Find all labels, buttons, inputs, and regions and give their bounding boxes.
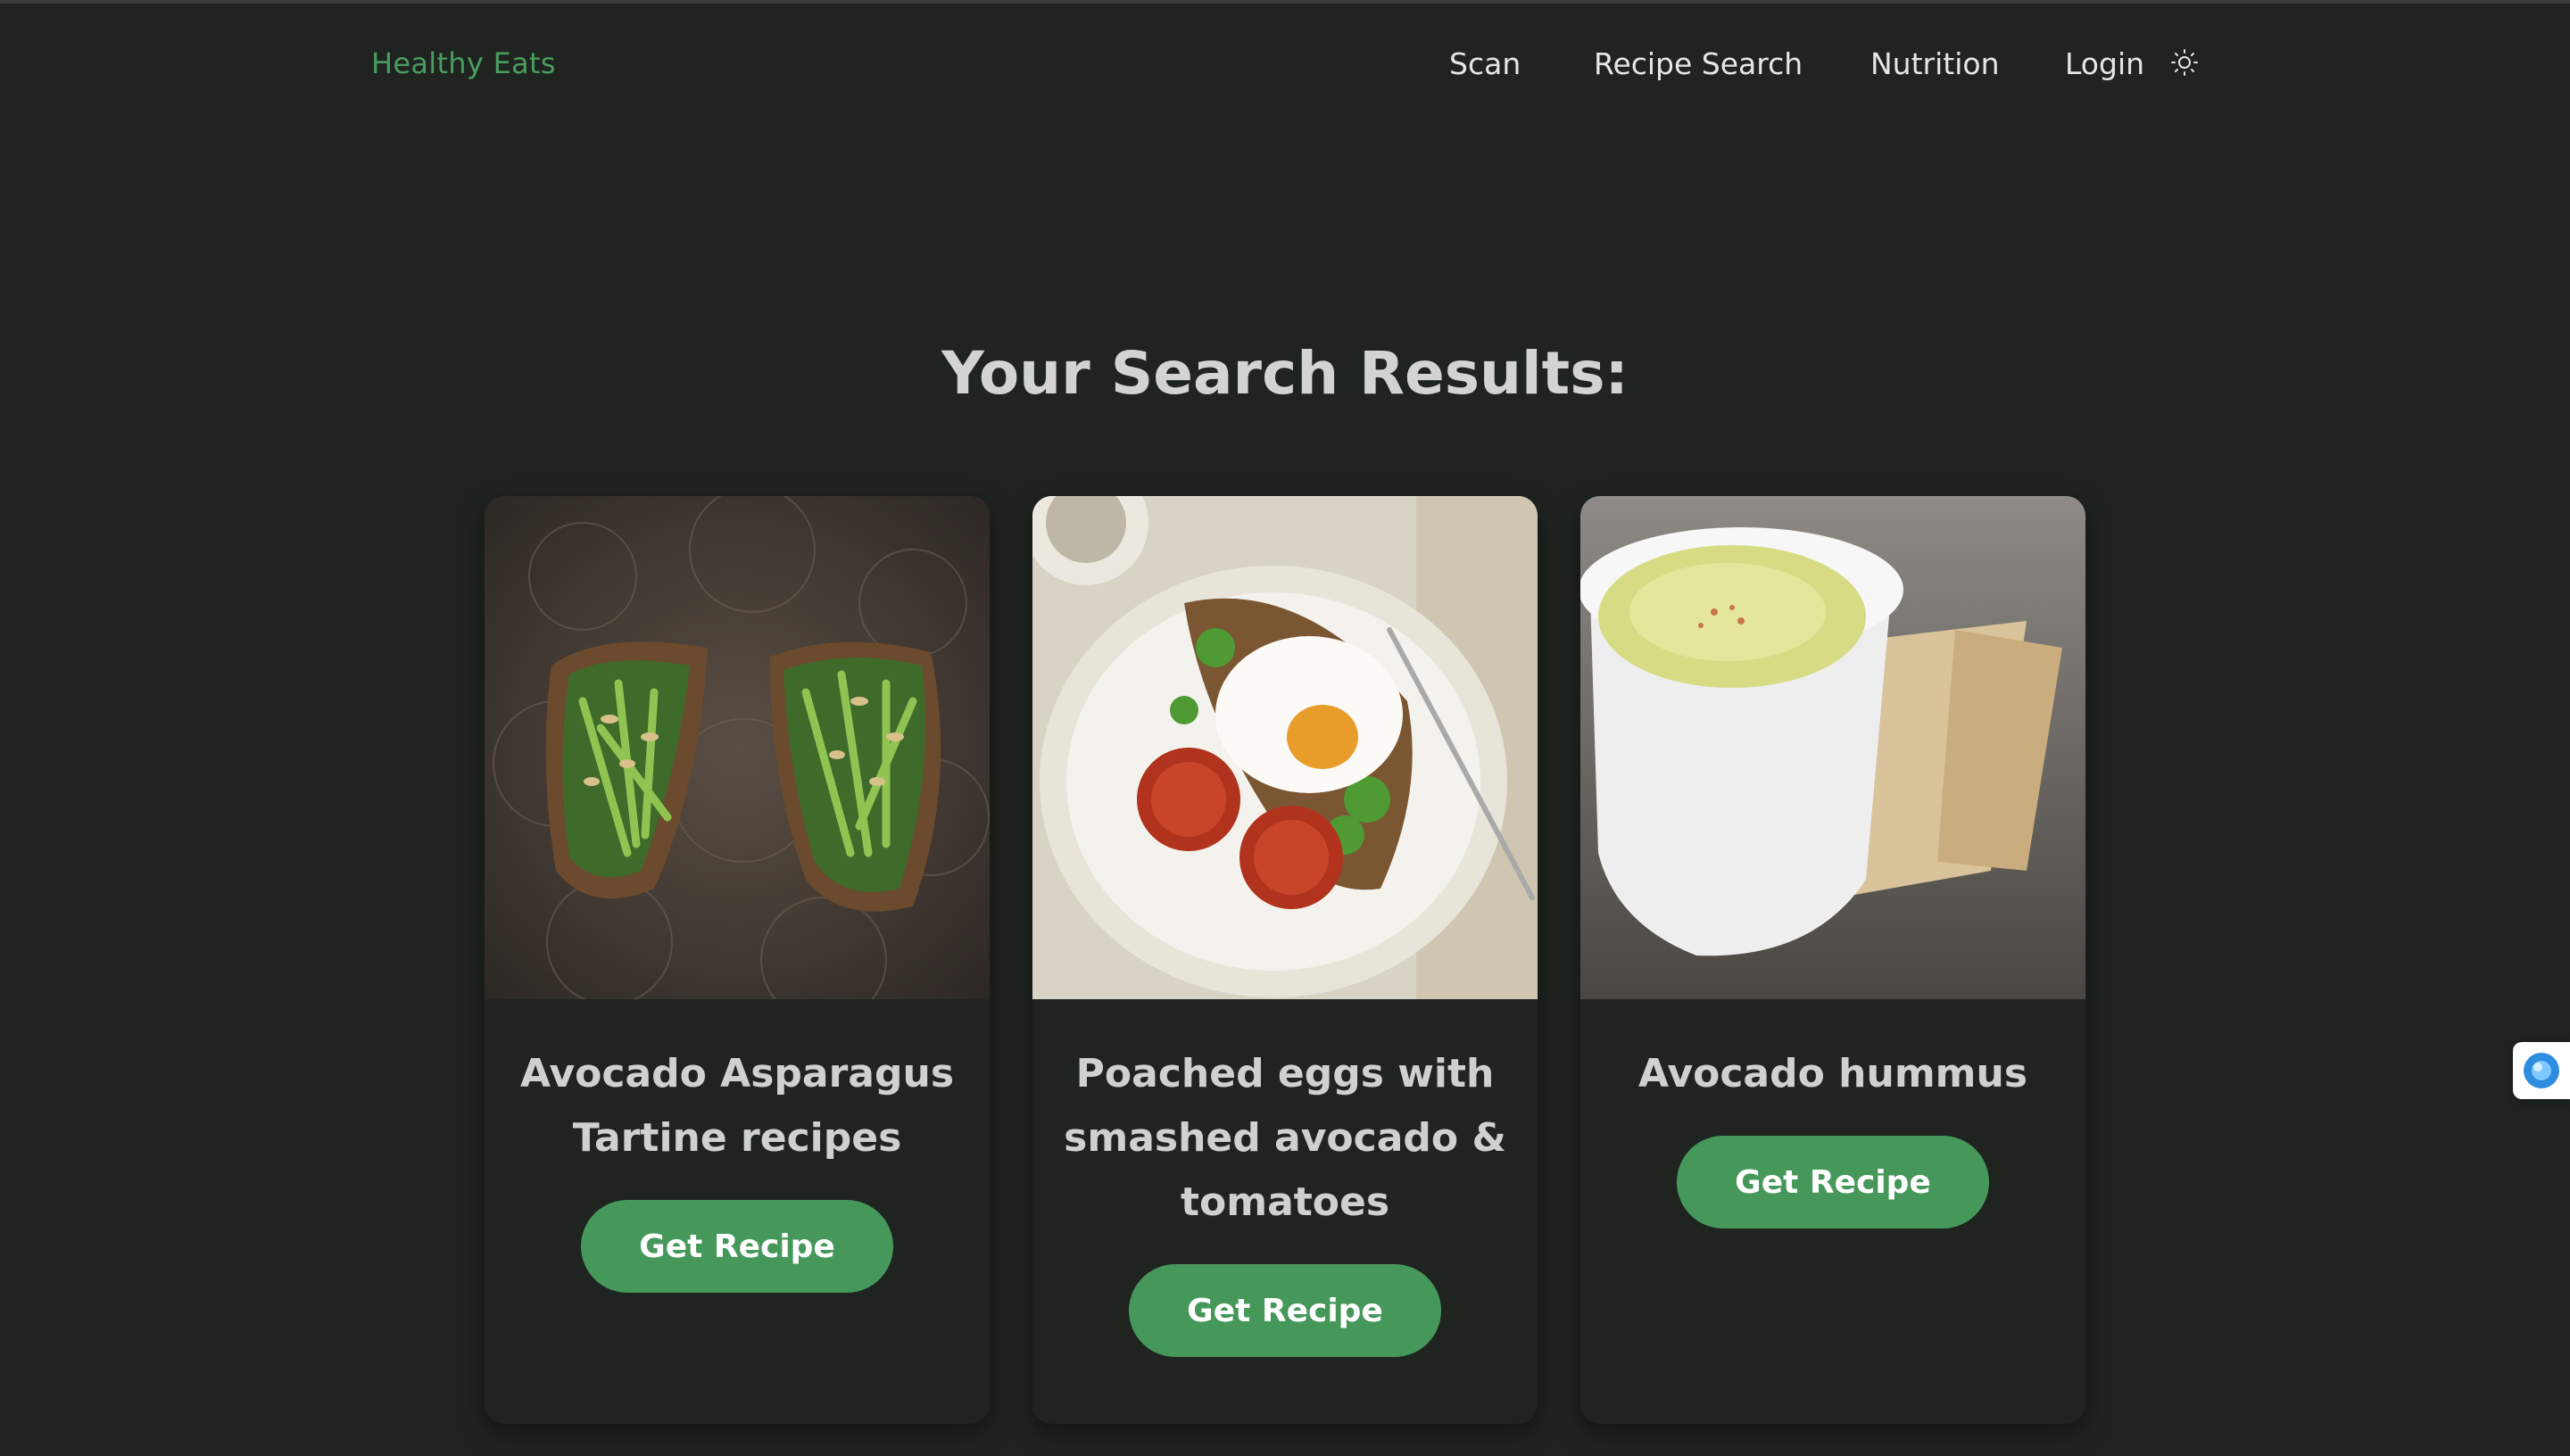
extension-widget[interactable] bbox=[2513, 1042, 2570, 1099]
sun-icon bbox=[2171, 49, 2198, 76]
recipe-title: Avocado Asparagus Tartine recipes bbox=[519, 1051, 955, 1161]
nav-nutrition[interactable]: Nutrition bbox=[1870, 46, 2000, 81]
recipe-image bbox=[485, 496, 990, 999]
top-border bbox=[0, 0, 2570, 4]
recipe-title: Avocado hummus bbox=[1637, 1051, 2028, 1096]
theme-toggle-button[interactable] bbox=[2170, 48, 2199, 77]
nav-recipe-search[interactable]: Recipe Search bbox=[1594, 46, 1803, 81]
get-recipe-button[interactable]: Get Recipe bbox=[1129, 1264, 1441, 1357]
get-recipe-button[interactable]: Get Recipe bbox=[1677, 1136, 1989, 1228]
recipe-image bbox=[1580, 496, 2085, 999]
recipe-card: Avocado Asparagus Tartine recipes Get Re… bbox=[485, 496, 990, 1424]
recipe-title: Poached eggs with smashed avocado & toma… bbox=[1064, 1051, 1506, 1225]
nav-scan[interactable]: Scan bbox=[1449, 46, 1521, 81]
recipe-image bbox=[1032, 496, 1538, 999]
nav-login[interactable]: Login bbox=[2065, 46, 2144, 81]
brand-logo[interactable]: Healthy Eats bbox=[371, 46, 556, 80]
recipe-card: Avocado hummus Get Recipe bbox=[1580, 496, 2085, 1424]
recipe-card: Poached eggs with smashed avocado & toma… bbox=[1032, 496, 1538, 1424]
page-title: Your Search Results: bbox=[941, 339, 1629, 408]
get-recipe-button[interactable]: Get Recipe bbox=[581, 1200, 893, 1293]
extension-icon bbox=[2524, 1053, 2559, 1088]
